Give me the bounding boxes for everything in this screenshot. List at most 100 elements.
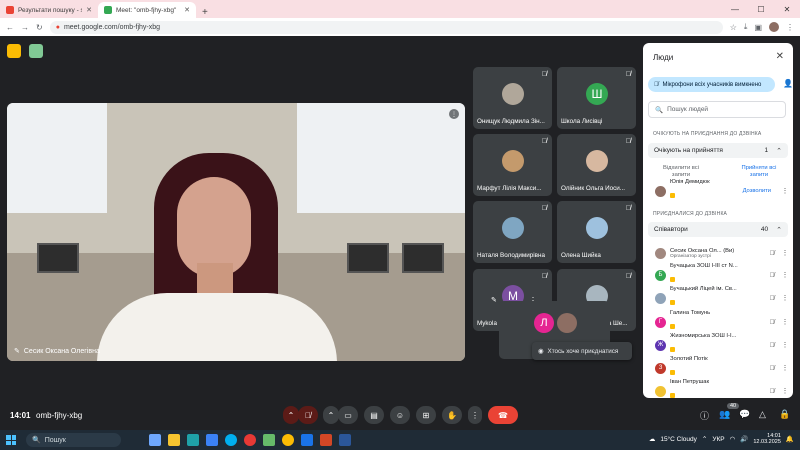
mic-off-icon[interactable]: 🎙̸ — [767, 250, 777, 257]
skype-icon[interactable] — [225, 434, 237, 446]
more-options-button[interactable]: ⋮ — [468, 406, 482, 424]
activities-icon[interactable]: △ — [759, 409, 766, 420]
activities-icon[interactable] — [7, 44, 21, 58]
more-options-icon[interactable]: ⋮ — [781, 187, 789, 195]
close-icon[interactable]: ✕ — [776, 51, 784, 62]
minimize-icon[interactable]: — — [722, 5, 748, 14]
mic-options-button[interactable]: ⌃ — [283, 406, 299, 424]
weather-text[interactable]: 15°C Cloudy — [660, 436, 697, 443]
taskbar-clock[interactable]: 14:01 12.03.2025 — [753, 433, 781, 446]
mic-off-icon[interactable]: 🎙̸ — [767, 272, 777, 279]
notifications-icon[interactable]: 🔔 — [786, 435, 794, 443]
waiting-group-header[interactable]: Очікують на прийняття 1 ⌃ — [648, 143, 788, 158]
companion-icon[interactable] — [29, 44, 43, 58]
add-people-icon[interactable]: 👤 — [783, 79, 793, 88]
mic-off-icon[interactable]: 🎙̸ — [767, 319, 777, 326]
more-options-icon[interactable]: ⋮ — [449, 109, 459, 119]
mic-off-icon[interactable]: 🎙̸ — [767, 342, 777, 349]
participant-row[interactable]: Бучацький Ліцей ім. Св... 🎙̸ ⋮ — [655, 286, 789, 306]
raise-hand-button[interactable]: ✋ — [442, 406, 462, 424]
mic-off-icon[interactable]: 🎙̸ — [767, 295, 777, 302]
tab-meet[interactable]: Meet: "omb-fjhy-xbg" ✕ — [98, 2, 196, 18]
joined-group-header[interactable]: Співавтори 40 ⌃ — [648, 222, 788, 237]
participant-row[interactable]: Г Галина Томунь 🎙̸ ⋮ — [655, 310, 789, 330]
mic-toggle-button[interactable]: 🎙̸ — [298, 406, 318, 424]
window-background — [297, 103, 465, 213]
new-tab-button[interactable]: + — [196, 7, 214, 18]
app-icon[interactable] — [263, 434, 275, 446]
more-options-icon[interactable]: ⋮ — [781, 364, 789, 372]
camera-toggle-button[interactable]: ▭ — [338, 406, 358, 424]
captions-button[interactable]: ▤ — [364, 406, 384, 424]
reload-icon[interactable]: ↻ — [36, 23, 43, 32]
meeting-time: 14:01 — [10, 411, 31, 420]
mute-all-chip[interactable]: 🎙̸ Мікрофони всіх учасників вимкнено — [648, 77, 775, 92]
more-options-icon[interactable]: ⋮ — [781, 341, 789, 349]
taskbar-search[interactable]: 🔍 Пошук — [26, 433, 121, 447]
browser-menu-icon[interactable]: ⋮ — [786, 23, 794, 32]
chevron-up-icon[interactable]: ⌃ — [702, 435, 707, 443]
bookmark-star-icon[interactable]: ☆ — [730, 23, 737, 32]
deny-all-button[interactable]: Відхилити всі запити — [657, 165, 705, 179]
store-icon[interactable] — [206, 434, 218, 446]
powerpoint-icon[interactable] — [320, 434, 332, 446]
maximize-icon[interactable]: ☐ — [748, 5, 774, 14]
language-indicator[interactable]: УКР — [712, 436, 724, 443]
back-icon[interactable]: ← — [6, 23, 14, 32]
download-icon[interactable]: ⤓ — [744, 22, 748, 32]
app-icon[interactable] — [301, 434, 313, 446]
join-request-toast[interactable]: ◉ Хтось хоче приєднатися — [532, 342, 632, 360]
people-icon[interactable]: 👥 — [719, 409, 730, 420]
widgets-icon[interactable] — [149, 434, 161, 446]
present-button[interactable]: ⊞ — [416, 406, 436, 424]
opera-icon[interactable] — [244, 434, 256, 446]
taskbar-search-label: Пошук — [44, 436, 66, 444]
close-tab-icon[interactable]: ✕ — [86, 6, 92, 14]
participant-row[interactable]: Ж Жизномирська ЗОШ І-І... 🎙̸ ⋮ — [655, 333, 789, 353]
forward-icon[interactable]: → — [21, 23, 29, 32]
host-controls-icon[interactable]: 🔒 — [779, 409, 790, 420]
windows-start-icon[interactable] — [6, 435, 16, 445]
camera-options-button[interactable]: ⌃ — [323, 406, 339, 424]
omnibox[interactable]: ● meet.google.com/omb-fjhy-xbg — [49, 20, 723, 34]
extensions-icon[interactable]: ▣ — [754, 23, 762, 32]
edge-icon[interactable] — [187, 434, 199, 446]
participant-row[interactable]: Б Бучацька ЗОШ І-ІІІ ст N... 🎙̸ ⋮ — [655, 263, 789, 283]
emoji-button[interactable]: ☺ — [390, 406, 410, 424]
volume-icon[interactable]: 🔊 — [740, 435, 748, 443]
mic-off-icon[interactable]: 🎙̸ — [767, 388, 777, 395]
participant-tile[interactable]: 🎙̸ Ш Школа Лисівці — [557, 67, 636, 129]
chat-icon[interactable]: 💬 — [739, 409, 750, 420]
emoji-icon: ☺ — [395, 410, 405, 420]
close-tab-icon[interactable]: ✕ — [184, 6, 190, 14]
close-window-icon[interactable]: ✕ — [774, 5, 800, 14]
more-options-icon[interactable]: ⋮ — [781, 294, 789, 302]
participant-tile[interactable]: 🎙̸ Марфут Лілія Макси... — [473, 134, 552, 196]
leave-call-button[interactable]: ☎ — [488, 406, 518, 424]
search-people-input[interactable]: 🔍 Пошук людей — [648, 101, 786, 118]
participant-tile[interactable]: 🎙̸ Олена Шийка — [557, 201, 636, 263]
tab-search-results[interactable]: Результати пошуку - s.sesyk@ ✕ — [0, 2, 98, 18]
mic-off-icon[interactable]: 🎙̸ — [767, 365, 777, 372]
word-icon[interactable] — [339, 434, 351, 446]
more-options-icon[interactable]: ⋮ — [781, 249, 789, 257]
participant-row[interactable]: З Золотий Потік 🎙̸ ⋮ — [655, 356, 789, 376]
file-explorer-icon[interactable] — [168, 434, 180, 446]
chrome-icon[interactable] — [282, 434, 294, 446]
info-icon[interactable]: ⓘ — [700, 409, 709, 422]
more-options-icon[interactable]: ⋮ — [781, 271, 789, 279]
participant-tile[interactable]: 🎙̸ Онищук Людмила Зін... — [473, 67, 552, 129]
participant-row[interactable]: Сесик Оксана Ол... (Ви) Організатор зуст… — [655, 245, 789, 261]
admit-all-button[interactable]: Прийняти всі запити — [735, 165, 783, 179]
participant-tile[interactable]: 🎙̸ Наталя Володимирівна — [473, 201, 552, 263]
more-options-icon[interactable]: ⋮ — [781, 387, 789, 395]
more-options-icon[interactable]: ⋮ — [781, 318, 789, 326]
pin-icon[interactable]: ✎ — [491, 296, 497, 304]
wifi-icon[interactable]: ◠ — [730, 435, 736, 443]
main-video[interactable]: ⋮ ✎ Сесик Оксана Олегівна — [7, 103, 465, 361]
site-info-icon[interactable]: ● — [56, 24, 60, 31]
participant-tile[interactable]: 🎙̸ Олійник Ольга Йоси... — [557, 134, 636, 196]
admit-button[interactable]: Дозволити — [743, 188, 771, 194]
participant-row[interactable]: Іван Петрушак 🎙̸ ⋮ — [655, 379, 789, 398]
profile-avatar[interactable] — [769, 22, 779, 32]
